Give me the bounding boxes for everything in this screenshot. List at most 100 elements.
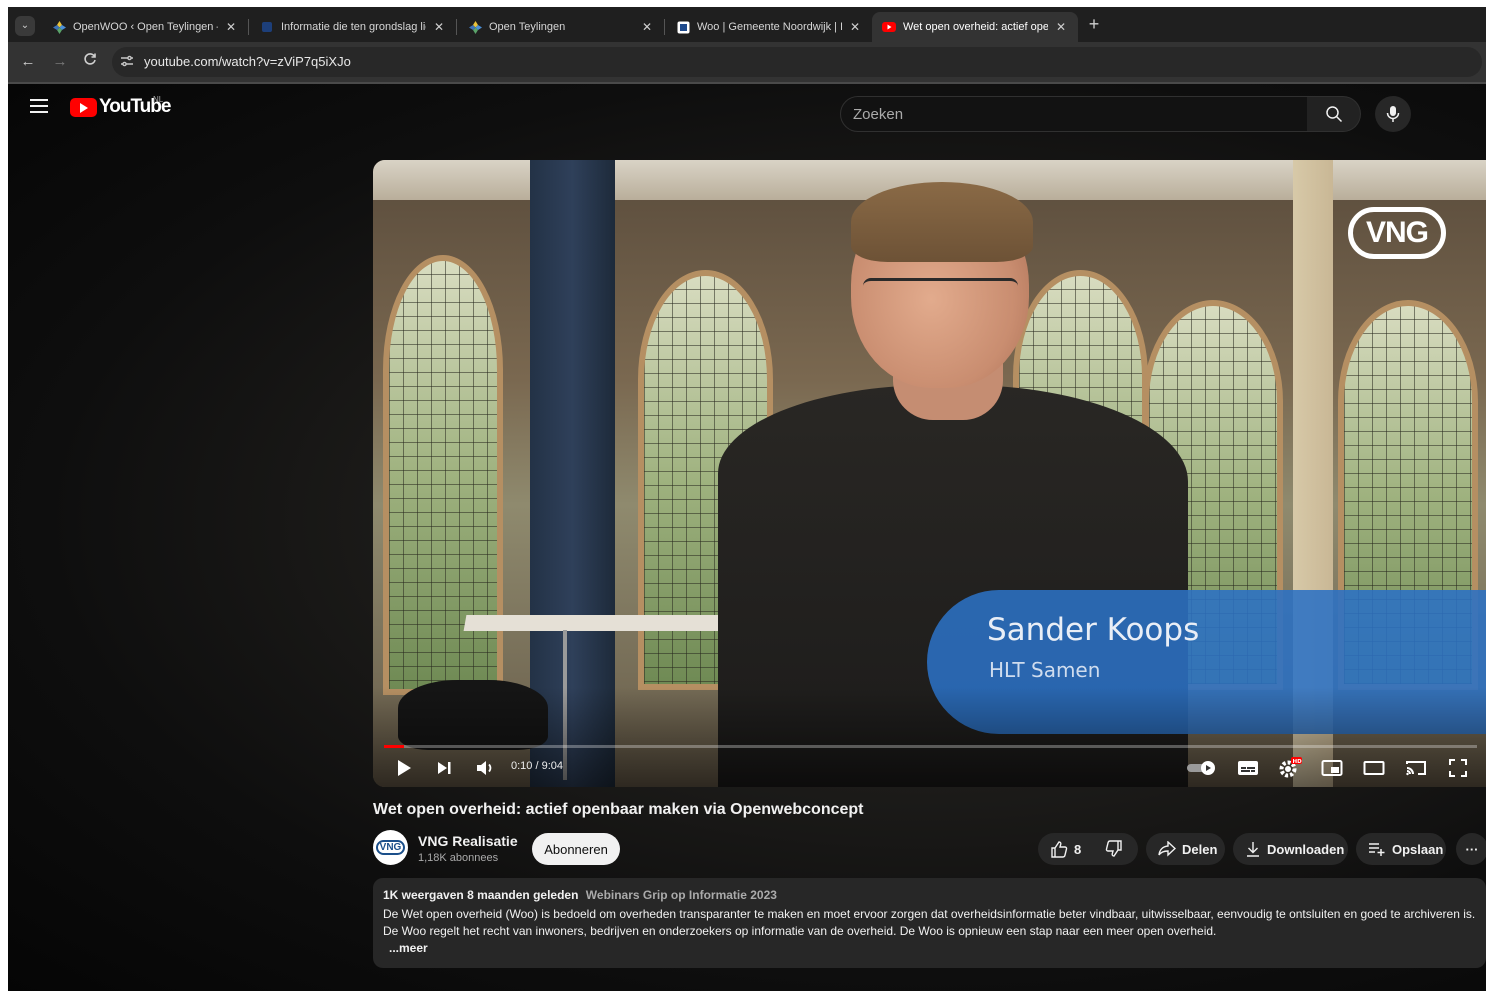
gear-hd-icon: HD [1279, 757, 1303, 778]
new-tab-plus-icon[interactable]: + [1082, 14, 1106, 35]
volume-button[interactable] [473, 756, 497, 780]
tab-strip: ⌄ OpenWOO ‹ Open Teylingen — ✕ Informati… [8, 7, 1486, 42]
openwoo-diamond-icon [468, 20, 482, 34]
upload-date: 8 maanden geleden [467, 888, 579, 902]
address-bar-row: ← → youtube.com/watch?v=zViP7q5iXJo [8, 42, 1486, 82]
close-icon[interactable]: ✕ [224, 20, 238, 34]
description-meta: 1K weergaven 8 maanden geleden Webinars … [383, 888, 1476, 902]
microphone-icon [1386, 106, 1400, 122]
tab-informatie[interactable]: Informatie die ten grondslag lig ✕ [250, 12, 456, 42]
fullscreen-icon [1449, 759, 1467, 777]
like-count: 8 [1074, 841, 1082, 857]
more-actions-button[interactable]: ··· [1456, 833, 1486, 865]
description-text: De Wet open overheid (Woo) is bedoeld om… [383, 907, 1476, 938]
thumbs-down-icon [1105, 840, 1122, 857]
subscriber-count: 1,18K abonnees [418, 852, 499, 864]
speaker-organization: HLT Samen [989, 658, 1101, 682]
video-person-hair [851, 182, 1033, 262]
next-button[interactable] [433, 756, 455, 780]
video-title: Wet open overheid: actief openbaar maken… [373, 801, 864, 818]
add-to-playlist-icon [1368, 842, 1386, 856]
reload-icon[interactable] [80, 52, 100, 72]
forward-arrow-icon[interactable]: → [50, 52, 70, 72]
search-input[interactable] [853, 97, 1293, 131]
cast-button[interactable] [1403, 756, 1429, 780]
show-more-link[interactable]: ...meer [389, 941, 1476, 955]
progress-fill [384, 745, 405, 748]
dislike-button[interactable] [1105, 840, 1123, 858]
progress-bar[interactable] [384, 745, 1477, 748]
tab-title: OpenWOO ‹ Open Teylingen — [73, 21, 218, 33]
close-icon[interactable]: ✕ [640, 20, 654, 34]
hamburger-menu-icon[interactable] [30, 99, 48, 113]
subtitles-button[interactable] [1235, 756, 1261, 780]
fullscreen-button[interactable] [1445, 756, 1471, 780]
url-text: youtube.com/watch?v=zViP7q5iXJo [144, 54, 351, 69]
download-icon [1245, 841, 1261, 857]
playlist-link[interactable]: Webinars Grip op Informatie 2023 [586, 888, 777, 902]
tab-youtube-active[interactable]: Wet open overheid: actief open ✕ [872, 12, 1078, 42]
more-horizontal-icon: ··· [1465, 841, 1479, 857]
omnibox[interactable]: youtube.com/watch?v=zViP7q5iXJo [112, 47, 1482, 77]
tab-openwoo[interactable]: OpenWOO ‹ Open Teylingen — ✕ [42, 12, 248, 42]
theater-mode-icon [1363, 761, 1385, 775]
tab-title: Woo | Gemeente Noordwijk | H [697, 21, 842, 33]
thumbs-up-icon [1051, 841, 1068, 858]
tab-search-chevron-icon[interactable]: ⌄ [15, 16, 35, 36]
search-button[interactable] [1307, 96, 1361, 132]
search-box [840, 96, 1308, 132]
tab-separator [664, 19, 665, 35]
tab-woo-noordwijk[interactable]: Woo | Gemeente Noordwijk | H ✕ [666, 12, 872, 42]
time-display: 0:10 / 9:04 [511, 760, 563, 772]
tab-separator [248, 19, 249, 35]
tab-title: Wet open overheid: actief open [903, 21, 1048, 33]
site-info-tune-icon[interactable] [120, 55, 134, 69]
description-box[interactable]: 1K weergaven 8 maanden geleden Webinars … [373, 878, 1486, 968]
cast-icon [1406, 761, 1426, 776]
search-icon [1325, 106, 1342, 123]
theater-mode-button[interactable] [1361, 756, 1387, 780]
video-player[interactable]: VNG Sander Koops HLT Samen 0:10 / 9:04 H… [373, 160, 1486, 787]
like-button[interactable] [1050, 840, 1068, 858]
noordwijk-icon [676, 20, 690, 34]
share-arrow-icon [1158, 841, 1176, 857]
view-count: 1K weergaven [383, 888, 464, 902]
tab-open-teylingen[interactable]: Open Teylingen ✕ [458, 12, 664, 42]
settings-button[interactable]: HD [1277, 756, 1303, 780]
youtube-icon [882, 20, 896, 34]
close-icon[interactable]: ✕ [848, 20, 862, 34]
share-label: Delen [1182, 841, 1218, 857]
autoplay-toggle[interactable] [1185, 756, 1219, 780]
share-button[interactable]: Delen [1146, 833, 1225, 865]
youtube-page: YouTube NL Zoeken VNG Sander Koops HLT S… [8, 84, 1486, 991]
tab-title: Open Teylingen [489, 21, 566, 33]
next-track-icon [438, 762, 451, 774]
download-button[interactable]: Downloaden [1233, 833, 1348, 865]
voice-search-button[interactable] [1375, 96, 1411, 132]
volume-icon [477, 761, 492, 775]
close-icon[interactable]: ✕ [1054, 20, 1068, 34]
subtitles-icon [1238, 761, 1258, 775]
tab-separator [456, 19, 457, 35]
video-person-glasses [863, 278, 1018, 312]
svg-text:HD: HD [1293, 759, 1303, 765]
channel-avatar-text: VNG [375, 840, 406, 855]
channel-avatar[interactable]: VNG [373, 830, 408, 865]
save-button[interactable]: Opslaan [1356, 833, 1446, 865]
youtube-play-icon [70, 97, 97, 117]
download-label: Downloaden [1267, 841, 1345, 857]
tab-title: Informatie die ten grondslag lig [281, 21, 426, 33]
autoplay-toggle-icon [1187, 761, 1215, 775]
blue-doc-icon [260, 20, 274, 34]
play-button[interactable] [393, 756, 415, 780]
close-icon[interactable]: ✕ [432, 20, 446, 34]
play-icon [398, 760, 411, 776]
save-label: Opslaan [1392, 841, 1444, 857]
country-code: NL [153, 95, 164, 104]
browser-window: ⌄ OpenWOO ‹ Open Teylingen — ✕ Informati… [8, 7, 1486, 991]
miniplayer-button[interactable] [1319, 756, 1345, 780]
miniplayer-icon [1321, 760, 1343, 776]
subscribe-button[interactable]: Abonneren [532, 833, 620, 865]
back-arrow-icon[interactable]: ← [18, 52, 38, 72]
channel-name[interactable]: VNG Realisatie [418, 833, 518, 849]
